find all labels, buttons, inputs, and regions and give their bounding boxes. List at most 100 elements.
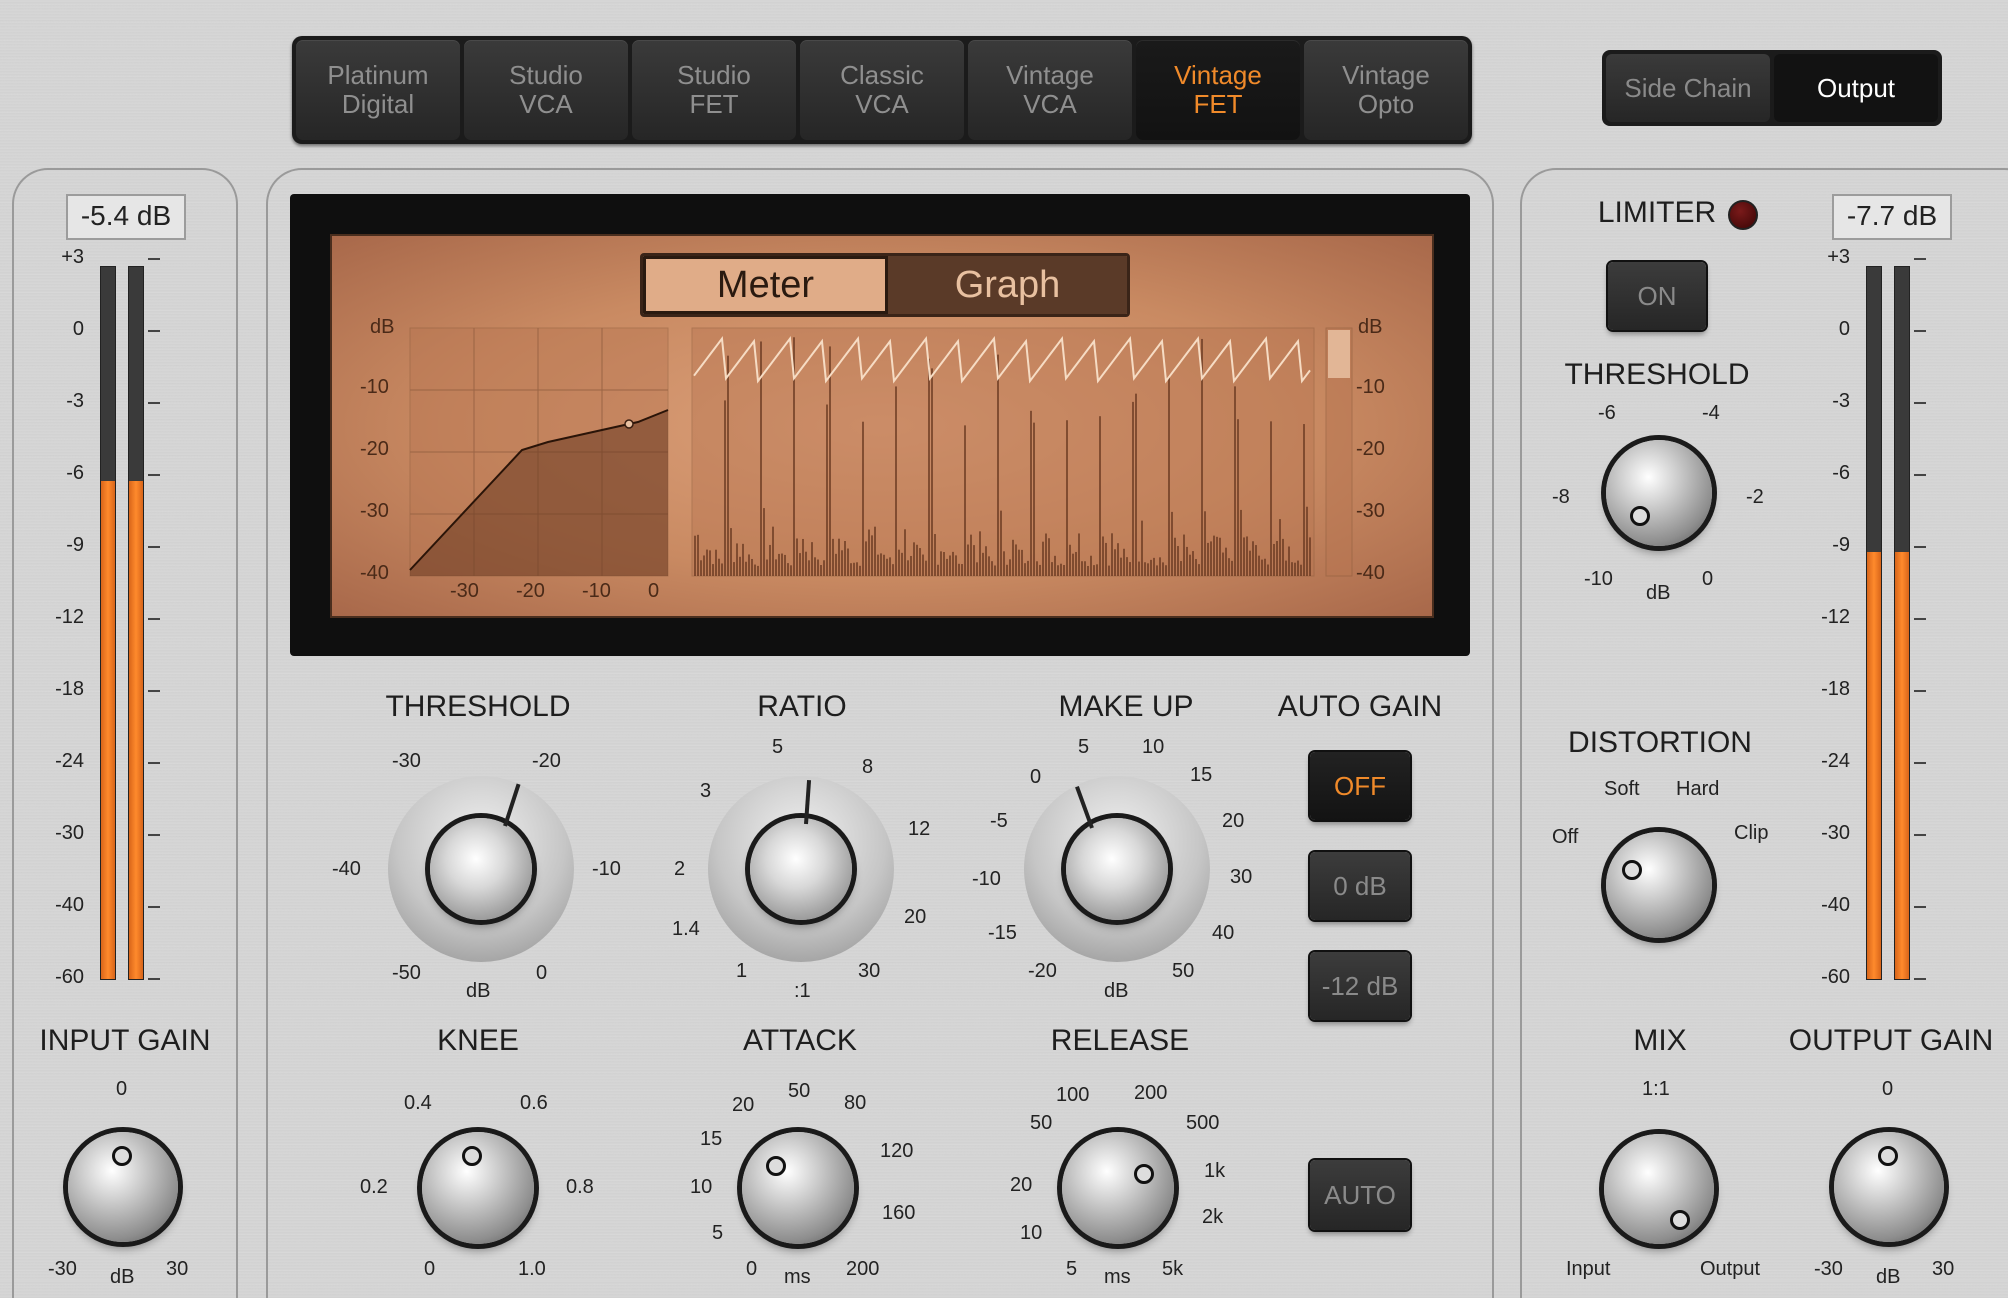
model-tab-vintage-fet[interactable]: Vintage FET: [1136, 40, 1300, 140]
waveform-bar: [1090, 555, 1092, 576]
waveform-bar: [703, 555, 705, 576]
waveform-bar: [1051, 562, 1053, 576]
auto-release-button[interactable]: AUTO: [1310, 1160, 1410, 1230]
makeup-scale-minus10: -10: [972, 868, 1001, 890]
ratio-unit: :1: [794, 980, 811, 1002]
auto-gain-minus12db-button[interactable]: -12 dB: [1310, 952, 1410, 1020]
waveform-bar: [1231, 560, 1233, 576]
y-ticks-label: -20: [360, 438, 389, 460]
attack-scale-15: 15: [700, 1128, 723, 1150]
side-chain-tab[interactable]: Side Chain: [1606, 54, 1770, 122]
mix-knob[interactable]: [1604, 1134, 1714, 1244]
ratio-scale-30: 30: [858, 960, 881, 982]
waveform-bar: [742, 543, 744, 576]
limiter-scale-minus10: -10: [1584, 568, 1613, 590]
waveform-bar: [772, 526, 774, 576]
waveform-bar: [955, 555, 957, 576]
attack-scale-0: 0: [746, 1258, 758, 1280]
waveform-bar: [1159, 557, 1161, 576]
gain-reduction-meter: [1325, 327, 1353, 577]
graph-view-button[interactable]: Graph: [888, 256, 1127, 314]
threshold-label: THRESHOLD: [385, 690, 571, 723]
waveform-bar: [940, 551, 942, 576]
release-scale-2k: 2k: [1202, 1206, 1224, 1228]
input-gain-unit-label: dB: [110, 1266, 135, 1288]
input-gain-knob[interactable]: [68, 1132, 178, 1242]
waveform-bar: [1297, 560, 1299, 576]
waveform-bar: [1186, 546, 1188, 576]
attack-knob[interactable]: [742, 1132, 854, 1244]
limiter-led: [1728, 200, 1758, 230]
waveform-bar: [928, 358, 930, 576]
waveform-bar: [1027, 560, 1029, 576]
makeup-scale-0: 0: [1030, 766, 1042, 788]
waveform-bar: [817, 559, 819, 576]
ratio-knob[interactable]: [750, 818, 852, 920]
x-ticks-label: -20: [516, 580, 545, 602]
model-tab-classic-vca[interactable]: Classic VCA: [800, 40, 964, 140]
output-gain-unit-label: dB: [1876, 1266, 1901, 1288]
meter-view-button[interactable]: Meter: [643, 256, 888, 314]
auto-gain-0db-button[interactable]: 0 dB: [1310, 852, 1410, 920]
waveform-bar: [1168, 377, 1170, 576]
waveform-bar: [1045, 533, 1047, 576]
release-scale-500: 500: [1186, 1112, 1220, 1134]
waveform-bar: [1291, 562, 1293, 576]
input-meter-tick-label: -30: [55, 822, 84, 844]
output-gain-knob[interactable]: [1834, 1132, 1944, 1242]
model-tab-vintage-opto[interactable]: Vintage Opto: [1304, 40, 1468, 140]
waveform-bar: [970, 534, 972, 576]
input-meter-tick-label: -9: [66, 534, 84, 556]
model-tab-studio-vca[interactable]: Studio VCA: [464, 40, 628, 140]
makeup-unit: dB: [1104, 980, 1129, 1002]
input-gain-max-label: 30: [166, 1258, 189, 1280]
waveform-bar: [1003, 551, 1005, 576]
release-scale-1k: 1k: [1204, 1160, 1226, 1182]
model-tab-platinum-digital[interactable]: Platinum Digital: [296, 40, 460, 140]
model-tab-studio-fet[interactable]: Studio FET: [632, 40, 796, 140]
output-tab[interactable]: Output: [1774, 54, 1938, 122]
attack-label: ATTACK: [743, 1024, 857, 1057]
waveform-bar: [1282, 538, 1284, 576]
waveform-bar: [718, 558, 720, 576]
model-tab-vintage-vca[interactable]: Vintage VCA: [968, 40, 1132, 140]
makeup-knob[interactable]: [1066, 818, 1168, 920]
knee-knob[interactable]: [422, 1132, 534, 1244]
threshold-knob[interactable]: [430, 818, 532, 920]
waveform-bar: [811, 542, 813, 576]
waveform-bar: [826, 404, 828, 576]
makeup-scale-minus15: -15: [988, 922, 1017, 944]
waveform-bar: [766, 559, 768, 576]
waveform-bar: [1078, 533, 1080, 576]
waveform-bar: [1054, 555, 1056, 576]
output-meter-tick-label: -18: [1821, 678, 1850, 700]
waveform-bar: [814, 557, 816, 576]
ratio-scale-2: 2: [674, 858, 686, 880]
waveform-bar: [1066, 420, 1068, 576]
waveform-bar: [784, 554, 786, 576]
limiter-threshold-knob[interactable]: [1606, 440, 1712, 546]
waveform-bar: [1033, 422, 1035, 576]
waveform-bar: [1096, 564, 1098, 576]
waveform-bar: [1009, 559, 1011, 576]
input-meter-tick: [148, 546, 160, 548]
makeup-scale-30: 30: [1230, 866, 1253, 888]
y-ticks-label: -30: [360, 500, 389, 522]
input-meter-tick-label: -60: [55, 966, 84, 988]
input-meter-tick: [148, 978, 160, 980]
waveform-bar: [808, 560, 810, 576]
release-knob[interactable]: [1062, 1132, 1174, 1244]
distortion-knob[interactable]: [1606, 832, 1712, 938]
auto-gain-off-button[interactable]: OFF: [1310, 752, 1410, 820]
attack-scale-5: 5: [712, 1222, 724, 1244]
waveform-bar: [1165, 565, 1167, 576]
waveform-bar: [949, 555, 951, 576]
attack-scale-10: 10: [690, 1176, 713, 1198]
knee-label: KNEE: [437, 1024, 519, 1057]
waveform-bar: [706, 549, 708, 576]
input-meter-tick: [148, 618, 160, 620]
input-meter-tick-label: -18: [55, 678, 84, 700]
limiter-on-button[interactable]: ON: [1608, 262, 1706, 330]
input-meter-tick: [148, 762, 160, 764]
output-meter-tick-label: -9: [1832, 534, 1850, 556]
